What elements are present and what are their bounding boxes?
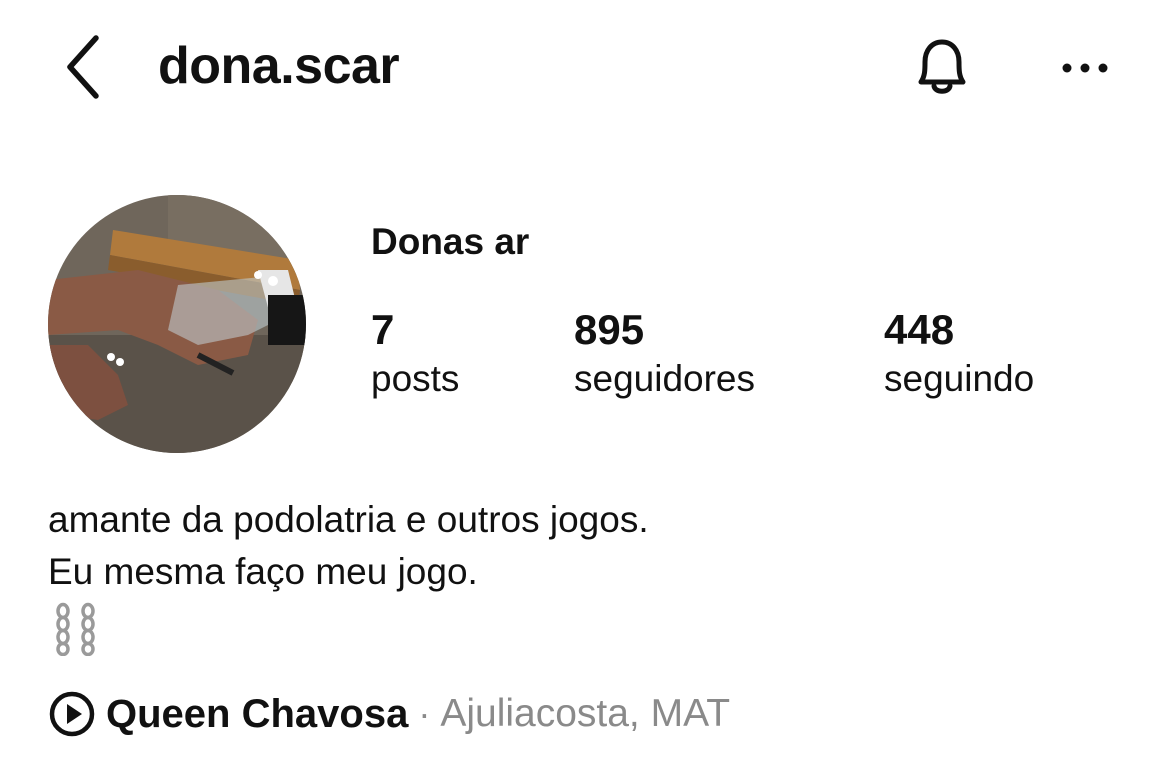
followers-label: seguidores (574, 358, 756, 399)
music-separator: · (418, 693, 431, 734)
followers-stat[interactable]: 895 seguidores (574, 306, 755, 404)
top-bar: dona.scar (0, 0, 1170, 140)
posts-stat[interactable]: 7 posts (371, 306, 459, 404)
profile-music[interactable]: Queen Chavosa · Ajuliacosta, MAT (48, 688, 730, 740)
chains-emoji-icon (56, 602, 95, 656)
music-song-title: Queen Chavosa (106, 691, 409, 736)
back-arrow-icon[interactable] (58, 32, 108, 102)
bio-line: Eu mesma faço meu jogo. (48, 551, 478, 592)
following-count: 448 (884, 306, 955, 353)
more-options-icon[interactable] (1055, 50, 1115, 86)
following-label: seguindo (884, 358, 1035, 399)
notification-bell-icon[interactable] (905, 30, 979, 104)
profile-avatar[interactable] (48, 195, 306, 453)
followers-count: 895 (574, 306, 645, 353)
following-stat[interactable]: 448 seguindo (884, 306, 1034, 404)
posts-count: 7 (371, 306, 395, 353)
profile-bio: amante da podolatria e outros jogos. Eu … (48, 494, 649, 670)
profile-display-name: Donas ar (371, 221, 530, 262)
play-circle-icon[interactable] (48, 690, 96, 738)
music-artist: Ajuliacosta, MAT (440, 692, 731, 735)
posts-label: posts (371, 358, 460, 399)
bio-line: amante da podolatria e outros jogos. (48, 499, 649, 540)
profile-username: dona.scar (158, 37, 400, 95)
